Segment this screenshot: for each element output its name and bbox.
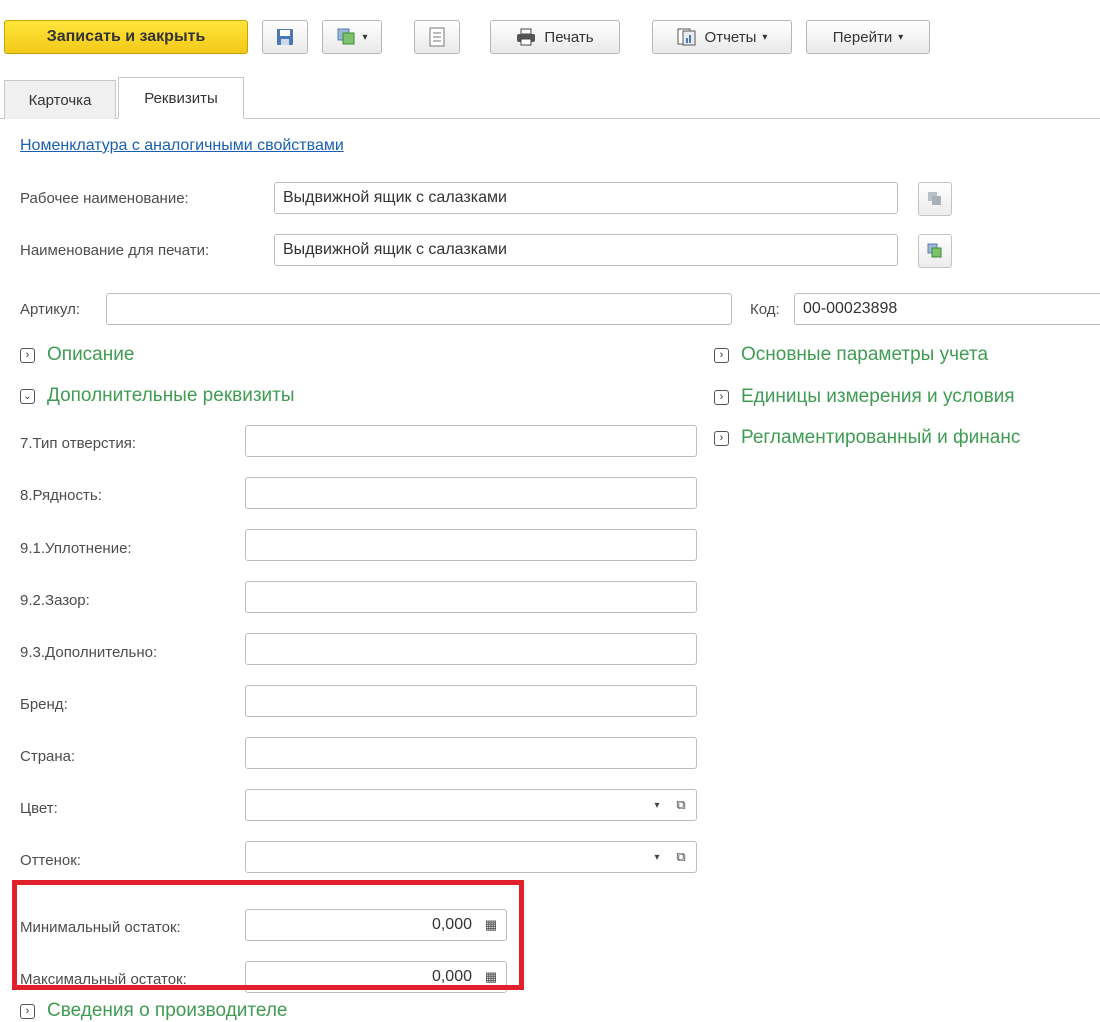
print-name-field[interactable]: Выдвижной ящик с салазками [274,234,898,266]
code-value: 00-00023898 [803,300,898,317]
printer-icon [517,28,536,46]
expand-icon: › [714,347,729,363]
row-count-field[interactable] [245,477,697,509]
attr-label: Страна: [20,748,76,765]
group-regulated[interactable]: › Регламентированный и финанс [714,427,1020,449]
save-and-close-button[interactable]: Записать и закрыть [4,20,248,54]
expand-icon: › [714,389,729,405]
attr-label: 8.Рядность: [20,487,102,504]
gap-field[interactable] [245,581,697,613]
reports-label: Отчеты [704,28,757,46]
group-main-params[interactable]: › Основные параметры учета [714,344,988,366]
chevron-down-icon: ▾ [898,31,904,43]
goto-label: Перейти [832,28,893,46]
article-label: Артикул: [20,301,81,318]
floppy-disk-icon [277,29,293,45]
work-name-label: Рабочее наименование: [20,190,189,207]
expand-icon: › [714,430,729,446]
attr-label: Бренд: [20,696,68,713]
goto-button[interactable]: Перейти ▾ [806,20,930,54]
expand-icon: › [20,1003,35,1019]
shade-field[interactable]: ▾ ⧉ [245,841,697,873]
attr-label: 7.Тип отверстия: [20,435,137,452]
color-field[interactable]: ▾ ⧉ [245,789,697,821]
copy-green-icon [337,28,355,45]
attr-label: Цвет: [20,800,58,817]
work-name-field[interactable]: Выдвижной ящик с салазками [274,182,898,214]
print-name-label: Наименование для печати: [20,242,210,259]
group-additional-label: Дополнительные реквизиты [47,385,295,406]
group-description[interactable]: › Описание [20,344,134,366]
reports-button[interactable]: Отчеты ▾ [652,20,792,54]
group-manufacturer[interactable]: › Сведения о производителе [20,1000,287,1022]
article-field[interactable] [106,293,732,325]
open-form-icon: ⧉ [676,797,686,812]
attr-label: 9.1.Уплотнение: [20,540,132,557]
tab-card-label: Карточка [28,91,92,109]
group-regulated-label: Регламентированный и финанс [741,427,1021,448]
group-manufacturer-label: Сведения о производителе [47,1000,288,1021]
open-form-icon: ⧉ [676,849,686,864]
copy-name-button[interactable] [918,182,952,216]
chevron-down-icon: ▾ [362,31,368,43]
expand-icon: › [20,347,35,363]
hole-type-field[interactable] [245,425,697,457]
code-label: Код: [750,301,780,318]
chevron-down-icon: ▾ [762,31,768,43]
tab-requisites-label: Реквизиты [144,89,218,107]
dropdown-button[interactable]: ▾ [646,842,668,872]
group-additional[interactable]: ⌄ Дополнительные реквизиты [20,385,295,407]
similar-nomenclature-link[interactable]: Номенклатура с аналогичными свойствами [20,137,344,155]
group-units-label: Единицы измерения и условия [741,386,1015,407]
work-name-value: Выдвижной ящик с салазками [283,189,507,206]
brand-field[interactable] [245,685,697,717]
highlight-frame [12,880,524,990]
dropdown-button[interactable]: ▾ [646,790,668,820]
tab-card[interactable]: Карточка [4,80,116,119]
report-icon [677,28,696,46]
group-main-params-label: Основные параметры учета [741,344,989,365]
attr-label: 9.2.Зазор: [20,592,90,609]
chevron-down-icon: ▾ [654,851,660,863]
copy-icon [928,192,941,205]
print-label: Печать [544,28,594,46]
open-button[interactable]: ⧉ [670,790,692,820]
list-button[interactable] [414,20,460,54]
print-name-value: Выдвижной ящик с салазками [283,241,507,258]
additional-field[interactable] [245,633,697,665]
copy-green-icon [927,243,942,258]
open-button[interactable]: ⧉ [670,842,692,872]
attr-label: Оттенок: [20,852,81,869]
group-description-label: Описание [47,344,135,365]
chevron-down-icon: ▾ [654,799,660,811]
seal-field[interactable] [245,529,697,561]
tab-requisites[interactable]: Реквизиты [118,77,244,119]
copy-print-name-button[interactable] [918,234,952,268]
collapse-icon: ⌄ [20,388,35,404]
save-button[interactable] [262,20,308,54]
country-field[interactable] [245,737,697,769]
group-units[interactable]: › Единицы измерения и условия [714,386,1015,408]
list-icon [429,27,445,47]
save-and-close-label: Записать и закрыть [46,28,206,45]
create-based-on-button[interactable]: ▾ [322,20,382,54]
code-field[interactable]: 00-00023898 [794,293,1100,325]
attr-label: 9.3.Дополнительно: [20,644,158,661]
print-button[interactable]: Печать [490,20,620,54]
